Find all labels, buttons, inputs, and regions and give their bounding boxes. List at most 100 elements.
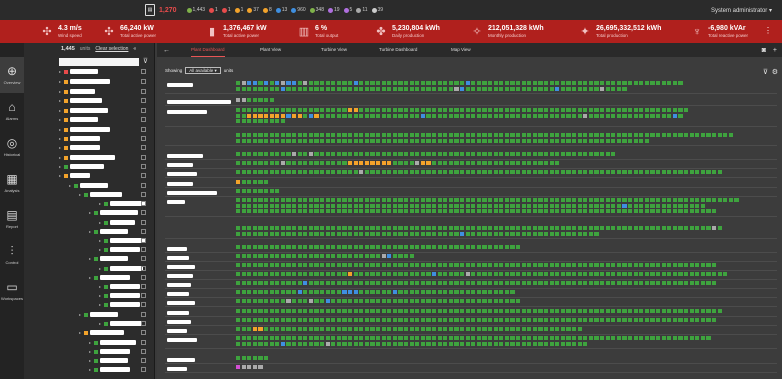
turbine-status-cell[interactable]: [303, 336, 308, 341]
turbine-status-cell[interactable]: [532, 170, 537, 175]
turbine-status-cell[interactable]: [639, 209, 644, 214]
turbine-status-cell[interactable]: [314, 170, 319, 175]
turbine-status-cell[interactable]: [684, 263, 689, 268]
turbine-status-cell[interactable]: [275, 203, 280, 208]
turbine-status-cell[interactable]: [409, 203, 414, 208]
turbine-status-cell[interactable]: [236, 231, 241, 236]
turbine-status-cell[interactable]: [549, 138, 554, 143]
turbine-status-cell[interactable]: [572, 133, 577, 138]
turbine-status-cell[interactable]: [381, 263, 386, 268]
turbine-status-cell[interactable]: [252, 309, 257, 314]
turbine-status-cell[interactable]: [353, 263, 358, 268]
turbine-status-cell[interactable]: [292, 231, 297, 236]
turbine-status-cell[interactable]: [325, 226, 330, 231]
turbine-status-cell[interactable]: [252, 180, 257, 185]
turbine-status-cell[interactable]: [353, 133, 358, 138]
turbine-status-cell[interactable]: [656, 81, 661, 86]
turbine-status-cell[interactable]: [258, 198, 263, 203]
tab-turbine-view[interactable]: Turbine View: [321, 43, 347, 57]
turbine-status-cell[interactable]: [280, 170, 285, 175]
tree-checkbox[interactable]: [141, 164, 146, 169]
turbine-status-cell[interactable]: [471, 263, 476, 268]
turbine-status-cell[interactable]: [499, 290, 504, 295]
turbine-status-cell[interactable]: [437, 113, 442, 118]
turbine-status-cell[interactable]: [628, 170, 633, 175]
turbine-status-cell[interactable]: [689, 198, 694, 203]
filter-icon[interactable]: ⊽: [143, 57, 148, 65]
turbine-status-cell[interactable]: [476, 231, 481, 236]
turbine-status-cell[interactable]: [432, 138, 437, 143]
turbine-status-cell[interactable]: [532, 203, 537, 208]
turbine-status-cell[interactable]: [404, 170, 409, 175]
turbine-status-cell[interactable]: [499, 272, 504, 277]
turbine-status-cell[interactable]: [644, 203, 649, 208]
turbine-status-cell[interactable]: [320, 113, 325, 118]
tree-item[interactable]: ▸: [89, 348, 146, 355]
turbine-status-cell[interactable]: [370, 81, 375, 86]
chevron-right-icon[interactable]: ▸: [59, 127, 62, 132]
turbine-status-cell[interactable]: [448, 281, 453, 286]
turbine-status-cell[interactable]: [404, 138, 409, 143]
turbine-status-cell[interactable]: [695, 263, 700, 268]
turbine-status-cell[interactable]: [521, 198, 526, 203]
back-arrow-icon[interactable]: ←: [163, 47, 170, 54]
turbine-status-cell[interactable]: [476, 299, 481, 304]
turbine-status-cell[interactable]: [398, 198, 403, 203]
turbine-status-cell[interactable]: [493, 336, 498, 341]
turbine-status-cell[interactable]: [622, 203, 627, 208]
turbine-status-cell[interactable]: [493, 203, 498, 208]
turbine-status-cell[interactable]: [236, 356, 241, 361]
turbine-status-cell[interactable]: [482, 327, 487, 332]
turbine-status-cell[interactable]: [549, 209, 554, 214]
turbine-status-cell[interactable]: [695, 209, 700, 214]
turbine-status-cell[interactable]: [628, 133, 633, 138]
turbine-status-cell[interactable]: [387, 113, 392, 118]
turbine-status-cell[interactable]: [420, 309, 425, 314]
turbine-status-cell[interactable]: [560, 108, 565, 113]
turbine-status-cell[interactable]: [583, 203, 588, 208]
turbine-status-cell[interactable]: [471, 281, 476, 286]
turbine-status-cell[interactable]: [443, 263, 448, 268]
turbine-status-cell[interactable]: [280, 299, 285, 304]
turbine-status-cell[interactable]: [392, 170, 397, 175]
tree-item[interactable]: ▸: [59, 78, 146, 85]
turbine-status-cell[interactable]: [331, 138, 336, 143]
turbine-status-cell[interactable]: [331, 327, 336, 332]
turbine-status-cell[interactable]: [404, 226, 409, 231]
turbine-status-cell[interactable]: [605, 263, 610, 268]
turbine-status-cell[interactable]: [689, 203, 694, 208]
turbine-status-cell[interactable]: [236, 81, 241, 86]
turbine-status-cell[interactable]: [286, 113, 291, 118]
turbine-status-cell[interactable]: [387, 254, 392, 259]
turbine-status-cell[interactable]: [504, 263, 509, 268]
turbine-status-cell[interactable]: [275, 231, 280, 236]
turbine-status-cell[interactable]: [320, 290, 325, 295]
turbine-status-cell[interactable]: [325, 198, 330, 203]
turbine-status-cell[interactable]: [577, 336, 582, 341]
turbine-status-cell[interactable]: [588, 81, 593, 86]
turbine-status-cell[interactable]: [527, 336, 532, 341]
turbine-status-cell[interactable]: [409, 281, 414, 286]
turbine-status-cell[interactable]: [544, 281, 549, 286]
arrow-icon[interactable]: 11: [356, 7, 368, 13]
chevron-right-icon[interactable]: ▸: [79, 330, 82, 335]
turbine-status-cell[interactable]: [594, 133, 599, 138]
turbine-status-cell[interactable]: [661, 203, 666, 208]
turbine-status-cell[interactable]: [392, 299, 397, 304]
turbine-status-cell[interactable]: [264, 81, 269, 86]
turbine-status-cell[interactable]: [471, 86, 476, 91]
turbine-status-cell[interactable]: [628, 226, 633, 231]
clear-selection-link[interactable]: Clear selection: [95, 46, 128, 52]
turbine-status-cell[interactable]: [527, 281, 532, 286]
turbine-status-cell[interactable]: [521, 108, 526, 113]
turbine-status-cell[interactable]: [264, 189, 269, 194]
turbine-status-cell[interactable]: [308, 152, 313, 157]
turbine-status-cell[interactable]: [370, 86, 375, 91]
turbine-status-cell[interactable]: [342, 133, 347, 138]
turbine-status-cell[interactable]: [258, 327, 263, 332]
turbine-status-cell[interactable]: [376, 138, 381, 143]
turbine-status-cell[interactable]: [381, 170, 386, 175]
tree-item[interactable]: ▸: [59, 135, 146, 142]
turbine-status-cell[interactable]: [280, 309, 285, 314]
turbine-status-cell[interactable]: [348, 113, 353, 118]
